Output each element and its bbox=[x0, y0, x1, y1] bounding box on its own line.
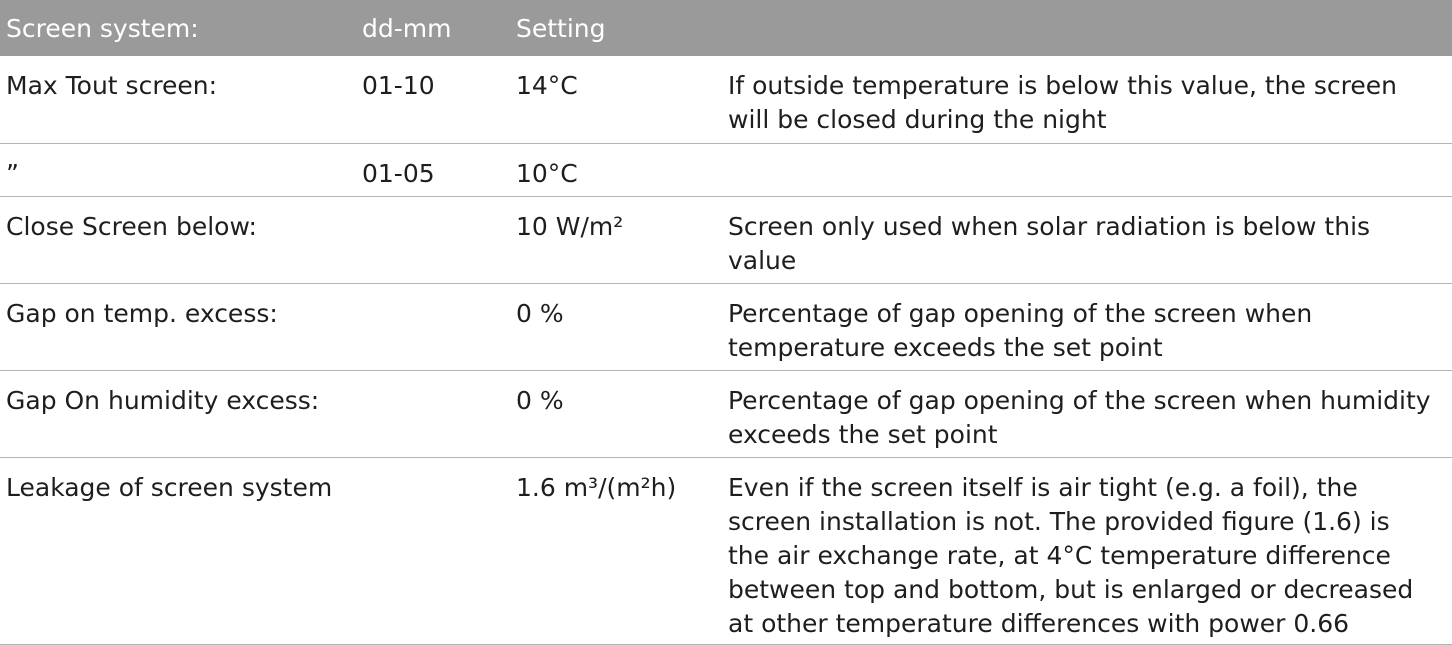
row-description: Percentage of gap opening of the screen … bbox=[728, 297, 1446, 365]
description-line: at other temperature differences with po… bbox=[728, 609, 1350, 638]
row-name: Close Screen below: bbox=[6, 212, 257, 241]
description-line: screen installation is not. The provided… bbox=[728, 507, 1390, 536]
table-row: Gap on temp. excess: 0 % Percentage of g… bbox=[0, 284, 1452, 371]
table-row: Leakage of screen system 1.6 m³/(m²h) Ev… bbox=[0, 458, 1452, 645]
row-name: Gap On humidity excess: bbox=[6, 386, 320, 415]
table-row: Close Screen below: 10 W/m² Screen only … bbox=[0, 197, 1452, 284]
header-setting: Setting bbox=[516, 14, 606, 43]
table-row: Gap On humidity excess: 0 % Percentage o… bbox=[0, 371, 1452, 458]
table-row: ” 01-05 10°C bbox=[0, 144, 1452, 197]
row-description: Screen only used when solar radiation is… bbox=[728, 210, 1446, 278]
settings-table: Screen system: dd-mm Setting Max Tout sc… bbox=[0, 0, 1452, 645]
table-header: Screen system: dd-mm Setting bbox=[0, 0, 1452, 56]
description-line: the air exchange rate, at 4°C temperatur… bbox=[728, 541, 1391, 570]
row-description: Even if the screen itself is air tight (… bbox=[728, 471, 1446, 641]
description-line: Percentage of gap opening of the screen … bbox=[728, 299, 1313, 328]
description-line: temperature exceeds the set point bbox=[728, 333, 1163, 362]
header-screen-system: Screen system: bbox=[6, 14, 199, 43]
description-line: Percentage of gap opening of the screen … bbox=[728, 386, 1431, 415]
header-date: dd-mm bbox=[362, 14, 452, 43]
row-name: Max Tout screen: bbox=[6, 71, 218, 100]
row-date: 01-05 bbox=[362, 159, 435, 188]
description-line: Screen only used when solar radiation is… bbox=[728, 212, 1371, 241]
row-description: Percentage of gap opening of the screen … bbox=[728, 384, 1446, 452]
row-name: ” bbox=[6, 159, 19, 188]
row-setting: 10°C bbox=[516, 159, 578, 188]
description-line: will be closed during the night bbox=[728, 105, 1107, 134]
row-setting: 10 W/m² bbox=[516, 212, 624, 241]
row-setting: 1.6 m³/(m²h) bbox=[516, 473, 677, 502]
description-line: between top and bottom, but is enlarged … bbox=[728, 575, 1414, 604]
table-row: Max Tout screen: 01-10 14°C If outside t… bbox=[0, 56, 1452, 144]
row-setting: 0 % bbox=[516, 299, 564, 328]
description-line: value bbox=[728, 246, 797, 275]
description-line: Even if the screen itself is air tight (… bbox=[728, 473, 1358, 502]
description-line: If outside temperature is below this val… bbox=[728, 71, 1397, 100]
row-date: 01-10 bbox=[362, 71, 435, 100]
row-name: Leakage of screen system bbox=[6, 473, 333, 502]
row-description: If outside temperature is below this val… bbox=[728, 69, 1446, 137]
row-name: Gap on temp. excess: bbox=[6, 299, 278, 328]
description-line: exceeds the set point bbox=[728, 420, 998, 449]
row-setting: 0 % bbox=[516, 386, 564, 415]
row-setting: 14°C bbox=[516, 71, 578, 100]
